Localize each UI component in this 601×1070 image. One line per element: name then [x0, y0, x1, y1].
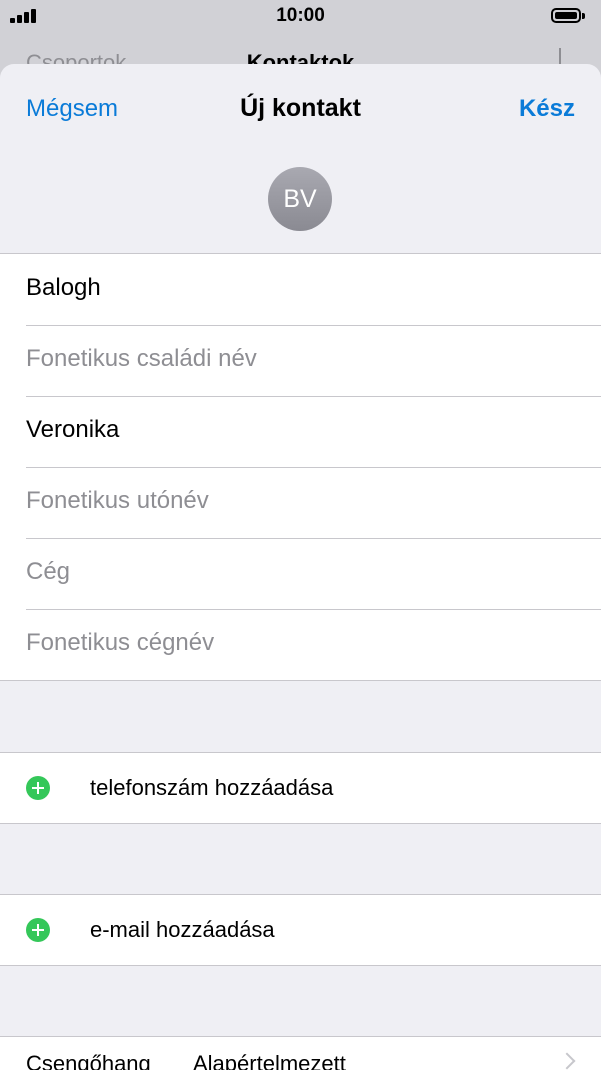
ringtone-label: Csengőhang	[26, 1051, 151, 1070]
new-contact-sheet: Mégsem Új kontakt Kész BV Balogh Fonetik…	[0, 64, 601, 1070]
last-name-field[interactable]: Balogh	[26, 274, 101, 302]
add-plus-icon[interactable]	[26, 918, 50, 942]
ringtone-group: Csengőhang Alapértelmezett	[0, 1036, 601, 1070]
phonetic-company-row: Fonetikus cégnév	[0, 609, 601, 680]
phonetic-last-name-row: Fonetikus családi név	[0, 325, 601, 396]
first-name-field[interactable]: Veronika	[26, 416, 119, 444]
company-row: Cég	[0, 538, 601, 609]
done-button[interactable]: Kész	[519, 95, 575, 123]
last-name-row: Balogh	[0, 254, 601, 325]
avatar[interactable]: BV	[268, 167, 332, 231]
name-fields-group: Balogh Fonetikus családi név Veronika Fo…	[0, 253, 601, 681]
add-email-row[interactable]: e-mail hozzáadása	[0, 895, 601, 965]
add-email-label: e-mail hozzáadása	[90, 917, 275, 942]
status-bar: 10:00	[0, 0, 601, 34]
phonetic-first-name-row: Fonetikus utónév	[0, 467, 601, 538]
add-phone-group: telefonszám hozzáadása	[0, 752, 601, 824]
phonetic-last-name-field[interactable]: Fonetikus családi név	[26, 345, 257, 373]
add-phone-label: telefonszám hozzáadása	[90, 775, 334, 800]
first-name-row: Veronika	[0, 396, 601, 467]
phonetic-first-name-field[interactable]: Fonetikus utónév	[26, 487, 209, 515]
add-email-group: e-mail hozzáadása	[0, 894, 601, 966]
status-time: 10:00	[276, 5, 325, 26]
ringtone-value: Alapértelmezett	[193, 1051, 346, 1070]
company-field[interactable]: Cég	[26, 558, 70, 586]
battery-icon	[551, 8, 585, 23]
chevron-right-icon	[558, 1052, 576, 1070]
ringtone-row[interactable]: Csengőhang Alapértelmezett	[0, 1037, 601, 1070]
avatar-initials: BV	[283, 184, 317, 213]
page-title: Új kontakt	[240, 94, 361, 122]
add-plus-icon[interactable]	[26, 776, 50, 800]
phonetic-company-field[interactable]: Fonetikus cégnév	[26, 629, 214, 657]
sheet-navbar: Mégsem Új kontakt Kész	[0, 64, 601, 154]
add-phone-row[interactable]: telefonszám hozzáadása	[0, 753, 601, 823]
